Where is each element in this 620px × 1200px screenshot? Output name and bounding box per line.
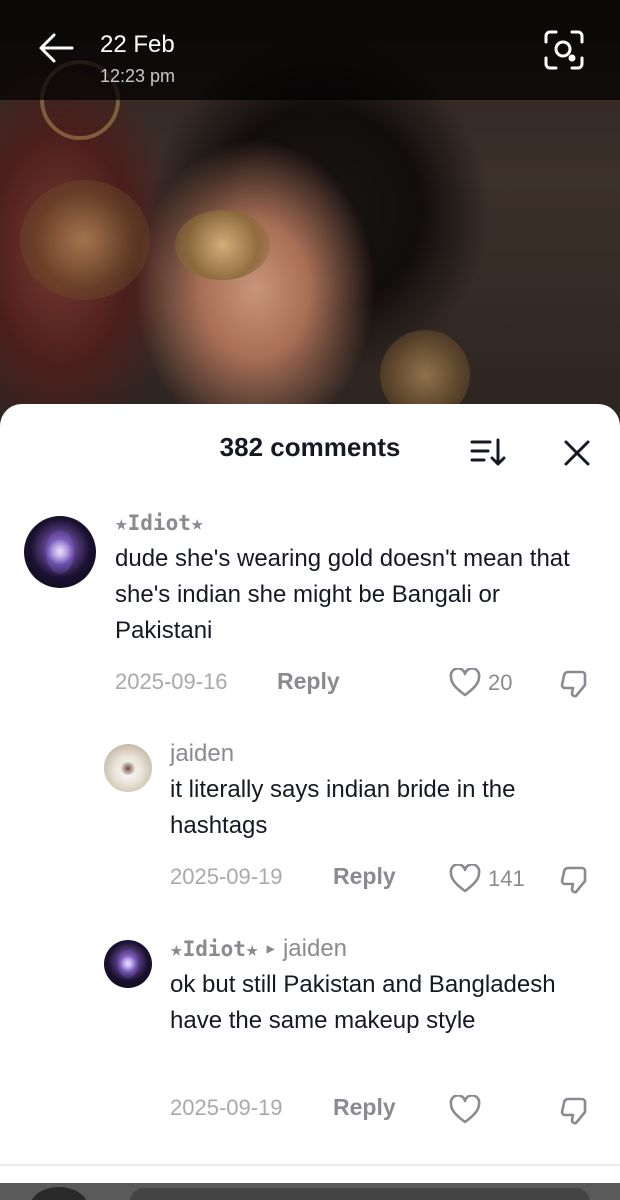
like-button[interactable] bbox=[448, 1095, 488, 1125]
comment-date: 2025-09-16 bbox=[115, 669, 228, 694]
reply-to-username[interactable]: jaiden bbox=[283, 935, 347, 962]
comment-text: it literally says indian bride in the ha… bbox=[170, 776, 516, 839]
comment-username[interactable]: ★Idiot★ bbox=[115, 511, 204, 535]
video-jewelry-left bbox=[20, 180, 150, 300]
post-time: 12:23 pm bbox=[100, 66, 176, 86]
dislike-button[interactable] bbox=[558, 1095, 592, 1129]
close-button[interactable] bbox=[560, 436, 594, 470]
heart-icon bbox=[449, 864, 481, 893]
heart-icon bbox=[449, 668, 481, 697]
thumbs-down-icon bbox=[560, 1097, 587, 1125]
video-jewelry-tikka bbox=[175, 210, 270, 280]
avatar[interactable] bbox=[104, 744, 152, 792]
heart-icon bbox=[449, 1095, 481, 1124]
comment-input-bar bbox=[0, 1183, 620, 1200]
comment-input[interactable] bbox=[130, 1188, 590, 1200]
reply-button[interactable]: Reply bbox=[333, 863, 396, 890]
thumbs-down-icon bbox=[560, 670, 587, 698]
top-bar: 22 Feb 12:23 pm bbox=[0, 0, 620, 100]
comment-date: 2025-09-19 bbox=[170, 1095, 283, 1120]
close-icon bbox=[564, 440, 590, 466]
sort-button[interactable] bbox=[468, 434, 506, 470]
reply-item: ★Idiot★ ▶ jaiden ok but still Pakistan and… bbox=[0, 930, 620, 1130]
lens-button[interactable] bbox=[540, 26, 588, 74]
like-button[interactable]: 20 bbox=[448, 668, 512, 698]
avatar[interactable] bbox=[24, 516, 96, 588]
reply-arrow-icon: ▶ bbox=[266, 941, 275, 957]
reply-item: jaiden it literally says indian bride in… bbox=[0, 734, 620, 904]
like-count: 141 bbox=[488, 866, 525, 891]
back-button[interactable] bbox=[34, 28, 78, 68]
comment-date: 2025-09-19 bbox=[170, 864, 283, 889]
comment-username[interactable]: jaiden bbox=[170, 740, 234, 768]
thumbs-down-icon bbox=[560, 866, 587, 894]
avatar[interactable] bbox=[104, 940, 152, 988]
comments-count-title: 382 comments bbox=[219, 432, 401, 462]
comment-text: ok but still Pakistan and Bangladesh hav… bbox=[170, 971, 556, 1034]
comment-username[interactable]: ★Idiot★ ▶ jaiden bbox=[170, 935, 347, 963]
comment-text: dude she's wearing gold doesn't mean tha… bbox=[115, 545, 570, 644]
dislike-button[interactable] bbox=[558, 668, 592, 702]
avatar bbox=[30, 1187, 88, 1200]
like-button[interactable]: 141 bbox=[448, 864, 525, 894]
reply-button[interactable]: Reply bbox=[277, 668, 340, 695]
comment-item: ★Idiot★ dude she's wearing gold doesn't … bbox=[0, 504, 620, 704]
like-count: 20 bbox=[488, 670, 513, 695]
reply-author[interactable]: ★Idiot★ bbox=[170, 937, 259, 961]
back-arrow-icon bbox=[39, 33, 74, 63]
sort-icon bbox=[470, 438, 506, 466]
reply-button[interactable]: Reply bbox=[333, 1094, 396, 1121]
divider bbox=[0, 1164, 620, 1166]
comments-sheet: 382 comments ★Idiot★ dude she's wearing … bbox=[0, 404, 620, 1200]
post-date: 22 Feb bbox=[100, 31, 175, 58]
dislike-button[interactable] bbox=[558, 864, 592, 898]
lens-search-icon bbox=[544, 30, 584, 70]
